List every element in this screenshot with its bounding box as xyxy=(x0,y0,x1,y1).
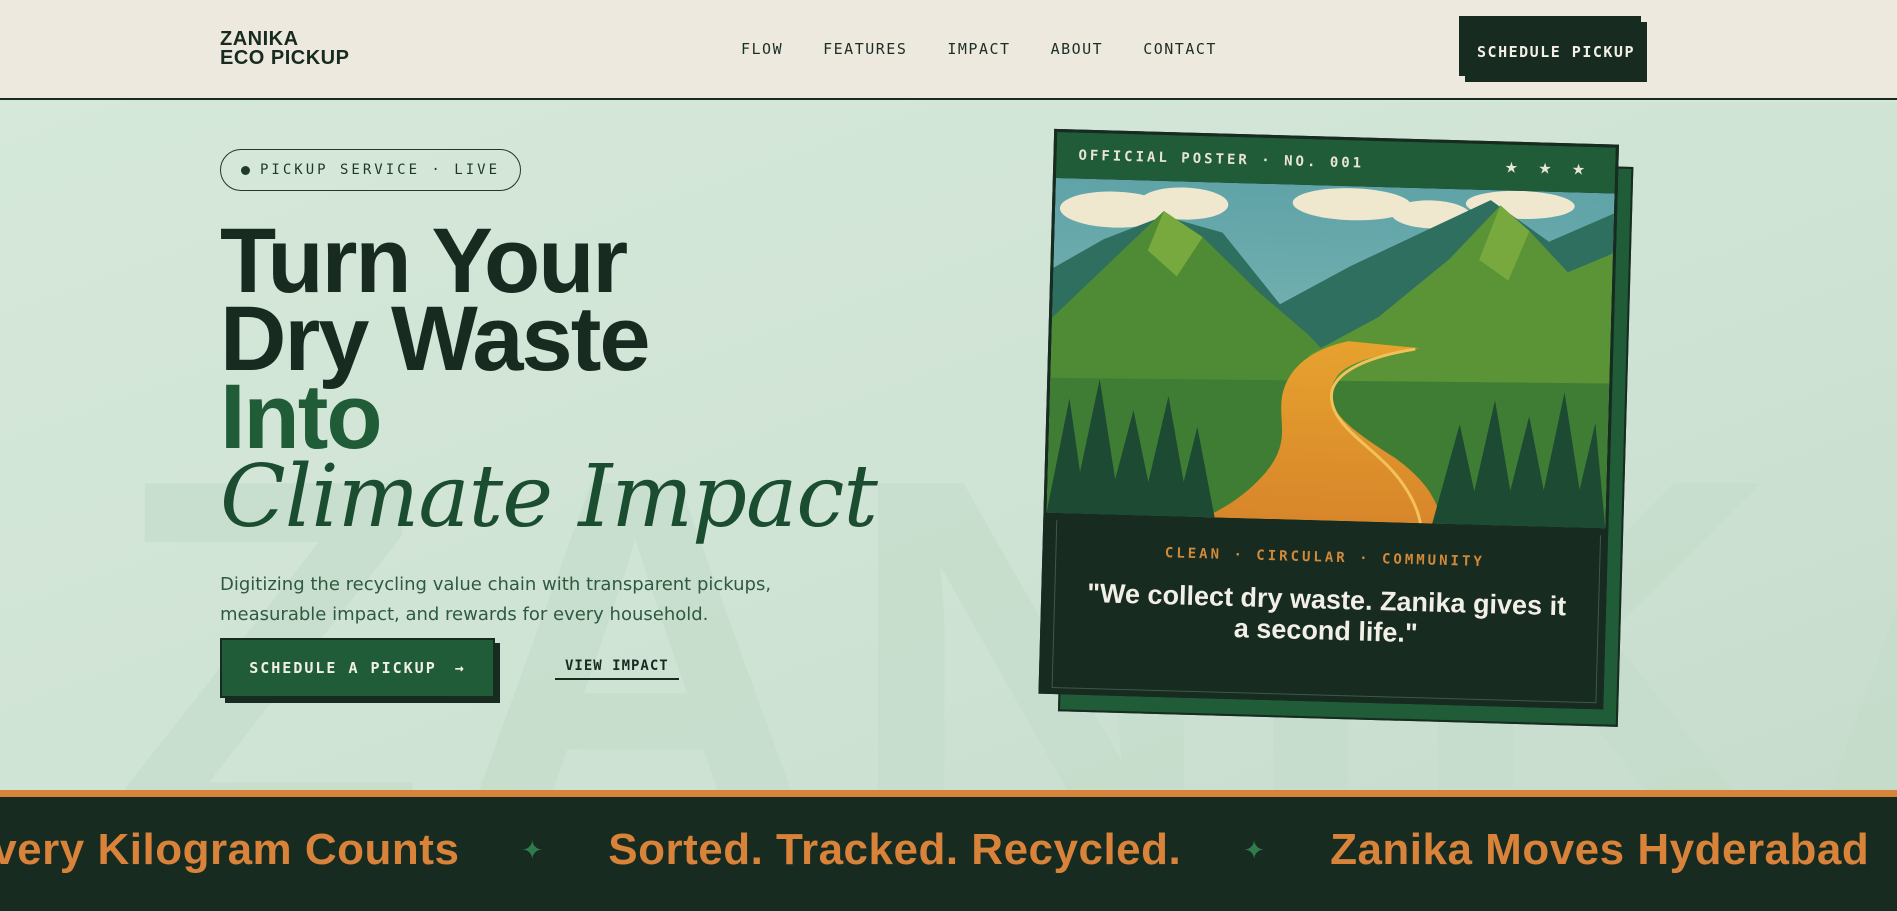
mountain-road-illustration xyxy=(1046,177,1615,529)
hero-section: ZANIKA PICKUP SERVICE · LIVE Turn Your D… xyxy=(0,102,1897,790)
brand-name-line2: ECO PICKUP xyxy=(220,47,350,69)
schedule-a-pickup-button[interactable]: SCHEDULE A PICKUP → xyxy=(220,638,495,698)
schedule-pickup-button[interactable]: SCHEDULE PICKUP xyxy=(1465,22,1647,82)
sparkle-icon: ✦ xyxy=(1243,834,1266,865)
poster-header-title: OFFICIAL POSTER · NO. 001 xyxy=(1078,147,1365,172)
poster: OFFICIAL POSTER · NO. 001 ★ ★ ★ CLEAN · … xyxy=(1038,128,1619,710)
nav-link-contact[interactable]: CONTACT xyxy=(1143,40,1217,58)
hero-subtext: Digitizing the recycling value chain wit… xyxy=(220,574,772,625)
sparkle-icon: ✦ xyxy=(521,834,544,865)
live-status-text: PICKUP SERVICE · LIVE xyxy=(260,162,501,178)
slogan-marquee: Every Kilogram Counts ✦ Sorted. Tracked.… xyxy=(0,790,1897,911)
headline-line-4: Climate Impact xyxy=(220,447,878,547)
hero-headline: Turn Your Dry Waste Into Climate Impact xyxy=(220,215,920,547)
marquee-item: Zanika Moves Hyderabad xyxy=(1330,825,1870,874)
live-status-badge: PICKUP SERVICE · LIVE xyxy=(220,149,522,191)
schedule-a-pickup-label: SCHEDULE A PICKUP xyxy=(249,659,437,677)
marquee-item: Every Kilogram Counts xyxy=(0,825,460,874)
top-navbar: ZANIKA ECO PICKUP FLOW FEATURES IMPACT A… xyxy=(0,0,1897,100)
nav-link-flow[interactable]: FLOW xyxy=(741,40,783,58)
brand-logo[interactable]: ZANIKA ECO PICKUP xyxy=(220,29,350,69)
primary-nav: FLOW FEATURES IMPACT ABOUT CONTACT xyxy=(741,40,1217,58)
view-impact-link[interactable]: VIEW IMPACT xyxy=(555,658,679,680)
marquee-track: Every Kilogram Counts ✦ Sorted. Tracked.… xyxy=(0,825,1869,875)
marquee-item: Sorted. Tracked. Recycled. xyxy=(608,825,1182,874)
stars-icon: ★ ★ ★ xyxy=(1504,159,1594,179)
official-poster-card: OFFICIAL POSTER · NO. 001 ★ ★ ★ CLEAN · … xyxy=(1038,128,1644,727)
nav-link-about[interactable]: ABOUT xyxy=(1051,40,1104,58)
live-dot-icon xyxy=(241,165,250,175)
nav-link-features[interactable]: FEATURES xyxy=(823,40,907,58)
arrow-right-icon: → xyxy=(454,659,466,677)
nav-link-impact[interactable]: IMPACT xyxy=(947,40,1010,58)
